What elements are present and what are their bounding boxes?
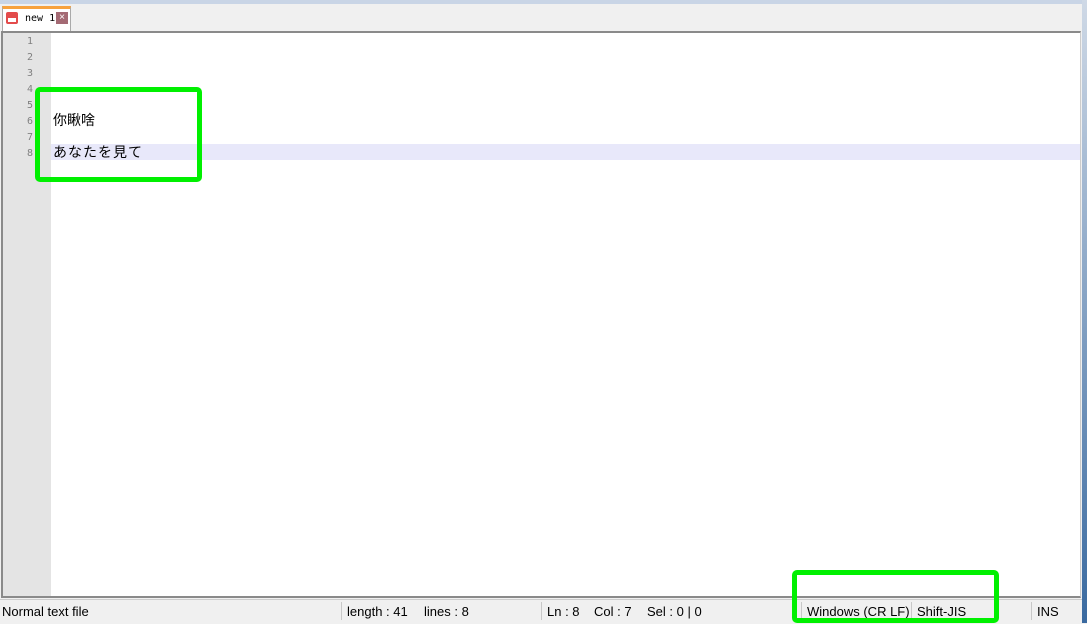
status-length: length : 41 [347,604,408,619]
line-number: 3 [26,68,33,79]
status-col: Col : 7 [594,604,632,619]
current-line-highlight [51,144,1080,160]
line-number: 2 [26,52,33,63]
line-number: 4 [26,84,33,95]
status-file-type: Normal text file [2,604,89,619]
save-icon [6,12,18,24]
line-number: 5 [26,100,33,111]
line-number: 7 [26,132,33,143]
window-edge [1082,0,1087,623]
highlight-box-status [792,570,999,623]
status-insert-mode: INS [1037,604,1059,619]
divider [1031,602,1032,620]
status-ln: Ln : 8 [547,604,580,619]
highlight-box-text [35,87,202,182]
status-lines: lines : 8 [424,604,469,619]
tab-label: new 1 [25,13,56,24]
tab-new-1[interactable]: new 1 × [2,6,71,31]
divider [541,602,542,620]
divider [341,602,342,620]
line-number: 6 [26,116,33,127]
status-sel: Sel : 0 | 0 [647,604,702,619]
close-tab-icon[interactable]: × [56,12,68,24]
line-number: 8 [26,148,33,159]
tab-bar: new 1 × [0,4,1082,31]
line-number: 1 [26,36,33,47]
